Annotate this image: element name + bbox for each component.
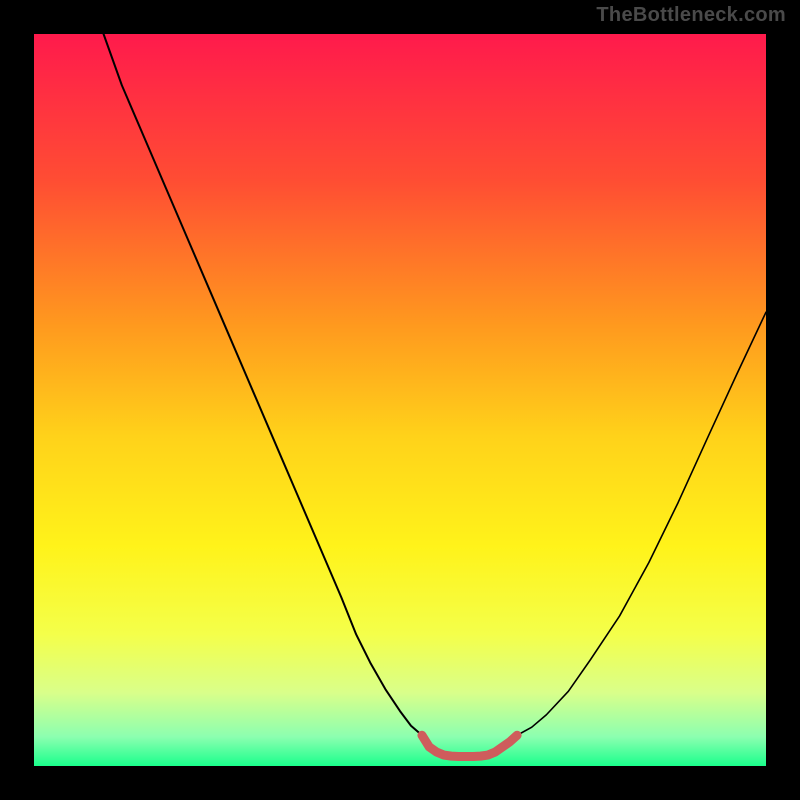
watermark-text: TheBottleneck.com (596, 4, 786, 27)
gradient-background (34, 34, 766, 766)
chart-container: TheBottleneck.com (0, 0, 800, 800)
bottleneck-chart (0, 0, 800, 800)
